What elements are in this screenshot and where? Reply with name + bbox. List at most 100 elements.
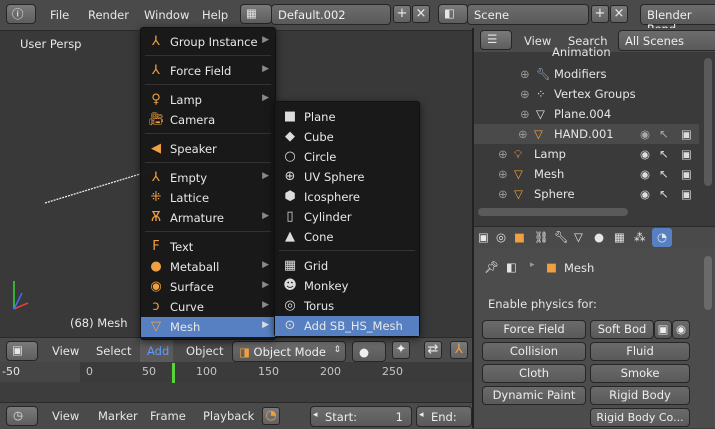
menu-item-camera[interactable]: 🎥︎ Camera (141, 110, 275, 130)
texture-tab-icon[interactable]: ▦ (614, 230, 625, 244)
menu-window[interactable]: Window (144, 8, 189, 22)
menu-item-group-instance[interactable]: ⅄ Group Instance ▶ (141, 32, 275, 52)
menu-render[interactable]: Render (88, 8, 129, 22)
visibility-eye-icon[interactable]: ◉ (640, 187, 650, 201)
outliner-row[interactable]: ⊕ 🔧︎ Modifiers (474, 64, 699, 84)
particles-tab-icon[interactable]: ⁂ (634, 230, 646, 244)
render-camera-icon[interactable]: ▣ (681, 167, 692, 181)
expand-icon[interactable]: ⊕ (520, 107, 530, 121)
pin-icon[interactable]: 📌︎ (484, 260, 499, 274)
dynamic-paint-button[interactable]: Dynamic Paint (482, 386, 586, 405)
menu-item-surface[interactable]: ◉ Surface ▶ (141, 277, 275, 297)
render-camera-icon[interactable]: ▣ (681, 187, 692, 201)
constraints-tab-icon[interactable]: ⛓︎ (534, 230, 549, 244)
smoke-button[interactable]: Smoke (590, 364, 690, 383)
delete-layout-button[interactable]: × (412, 5, 430, 23)
timeline-menu-playback[interactable]: Playback (203, 409, 254, 423)
outliner-row[interactable]: ⊕ ⁘ Vertex Groups (474, 84, 699, 104)
timeline-menu-marker[interactable]: Marker (98, 409, 138, 423)
visibility-eye-icon[interactable]: ◉ (640, 127, 650, 141)
soft-body-view-toggle[interactable]: ◉ (672, 320, 690, 339)
expand-icon[interactable]: ⊕ (520, 67, 530, 81)
menu-item-plane[interactable]: ■ Plane (275, 107, 419, 127)
menu-item-cylinder[interactable]: ▯ Cylinder (275, 207, 419, 227)
rigid-body-constraint-button[interactable]: Rigid Body Co... (590, 408, 690, 427)
menu-item-text[interactable]: F Text (141, 237, 275, 257)
menu-item-cube[interactable]: ◆ Cube (275, 127, 419, 147)
render-tab-icon[interactable]: ▣ (478, 230, 489, 244)
menu-item-empty[interactable]: ⅄ Empty ▶ (141, 168, 275, 188)
menu-item-cone[interactable]: ▲ Cone (275, 227, 419, 247)
render-camera-icon[interactable]: ▣ (681, 127, 692, 141)
visibility-eye-icon[interactable]: ◉ (640, 167, 650, 181)
cloth-button[interactable]: Cloth (482, 364, 586, 383)
menu-item-speaker[interactable]: ◀︎ Speaker (141, 139, 275, 159)
soft-body-render-toggle[interactable]: ▣ (654, 320, 672, 339)
menu-item-grid[interactable]: ▦ Grid (275, 256, 419, 276)
fluid-button[interactable]: Fluid (590, 342, 690, 361)
menu-file[interactable]: File (50, 8, 69, 22)
start-frame-field[interactable]: ◂ Start: 1 (310, 406, 412, 427)
physics-tab-icon[interactable]: ◔ (652, 228, 672, 247)
current-frame-marker[interactable] (172, 363, 175, 383)
preview-range-icon[interactable]: ◔ (262, 407, 280, 425)
properties-scrollbar[interactable] (704, 256, 712, 310)
menu-item-add-sb-hs-mesh[interactable]: ⊙ Add SB_HS_Mesh (275, 316, 419, 336)
menu-item-armature[interactable]: Ѫ Armature ▶ (141, 208, 275, 228)
pivot-button[interactable]: ✦ (392, 341, 410, 359)
menu-item-force-field[interactable]: ⅄ Force Field ▶ (141, 61, 275, 81)
force-field-button[interactable]: Force Field (482, 320, 586, 339)
menu-item-lattice[interactable]: ⁜ Lattice (141, 188, 275, 208)
outliner-row[interactable]: ⊕ ▽ Sphere ◉ ↖ ▣ (474, 184, 699, 204)
add-layout-button[interactable]: + (393, 5, 411, 23)
editor-type-timeline-button[interactable]: ◷ (6, 406, 38, 426)
transform-manipulator-icon[interactable]: ⅄ (450, 341, 468, 359)
editor-type-3d-button[interactable]: ▣ (6, 341, 38, 361)
menu-select[interactable]: Select (96, 344, 131, 358)
menu-item-mesh[interactable]: ▽ Mesh ▶ (141, 317, 275, 337)
outliner-row[interactable]: ⊕ ▽ Plane.004 (474, 104, 699, 124)
menu-item-monkey[interactable]: ☻ Monkey (275, 276, 419, 296)
object-tab-icon[interactable]: ■ (514, 230, 525, 244)
outliner-scrollbar[interactable] (704, 58, 712, 186)
menu-item-icosphere[interactable]: ⬢ Icosphere (275, 187, 419, 207)
editor-type-button[interactable]: ⓘ (6, 4, 36, 24)
outliner-row-selected[interactable]: ⊕ ▽ HAND.001 ◉ ↖ ▣ (474, 124, 699, 144)
layout-browse-button[interactable]: ▦ (240, 4, 272, 24)
scene-browse-button[interactable]: ◧ (438, 4, 468, 24)
expand-icon[interactable]: ⊕ (498, 187, 508, 201)
timeline-menu-view[interactable]: View (52, 409, 79, 423)
menu-item-lamp[interactable]: ♀ Lamp ▶ (141, 90, 275, 110)
collision-button[interactable]: Collision (482, 342, 586, 361)
render-layers-tab-icon[interactable]: ◎ (496, 230, 506, 244)
mode-select[interactable]: ◨ Object Mode ⇕ (232, 341, 346, 362)
menu-item-circle[interactable]: ○ Circle (275, 147, 419, 167)
delete-scene-button[interactable]: × (610, 5, 628, 23)
outliner-row[interactable]: Animation (474, 45, 699, 66)
end-frame-field[interactable]: ◂ End: (416, 406, 472, 427)
select-arrow-icon[interactable]: ↖ (659, 167, 669, 181)
menu-item-curve[interactable]: ↄ Curve ▶ (141, 297, 275, 317)
menu-object[interactable]: Object (186, 344, 223, 358)
shading-select[interactable]: ● (352, 341, 386, 362)
screen-layout-field[interactable]: Default.002 (271, 4, 391, 25)
rigid-body-button[interactable]: Rigid Body (590, 386, 690, 405)
outliner-h-scrollbar[interactable] (478, 208, 628, 216)
add-scene-button[interactable]: + (591, 5, 609, 23)
visibility-eye-icon[interactable]: ◉ (640, 147, 650, 161)
select-arrow-icon[interactable]: ↖ (659, 147, 669, 161)
outliner-row[interactable]: ⊕ ▽ Mesh ◉ ↖ ▣ (474, 164, 699, 184)
menu-add[interactable]: Add (140, 338, 173, 363)
expand-icon[interactable]: ⊕ (498, 167, 508, 181)
menu-item-uv-sphere[interactable]: ⊕ UV Sphere (275, 167, 419, 187)
select-arrow-icon[interactable]: ↖ (659, 127, 669, 141)
select-arrow-icon[interactable]: ↖ (659, 187, 669, 201)
expand-icon[interactable]: ⊕ (498, 147, 508, 161)
data-tab-icon[interactable]: ▽ (574, 230, 583, 244)
render-engine-field[interactable]: Blender Rend (640, 4, 715, 36)
menu-help[interactable]: Help (202, 8, 228, 22)
expand-icon[interactable]: ⊕ (520, 87, 530, 101)
soft-body-button[interactable]: Soft Bod (590, 320, 654, 339)
menu-item-torus[interactable]: ◎ Torus (275, 296, 419, 316)
manipulator-toggle[interactable]: ⇄ (424, 341, 442, 359)
